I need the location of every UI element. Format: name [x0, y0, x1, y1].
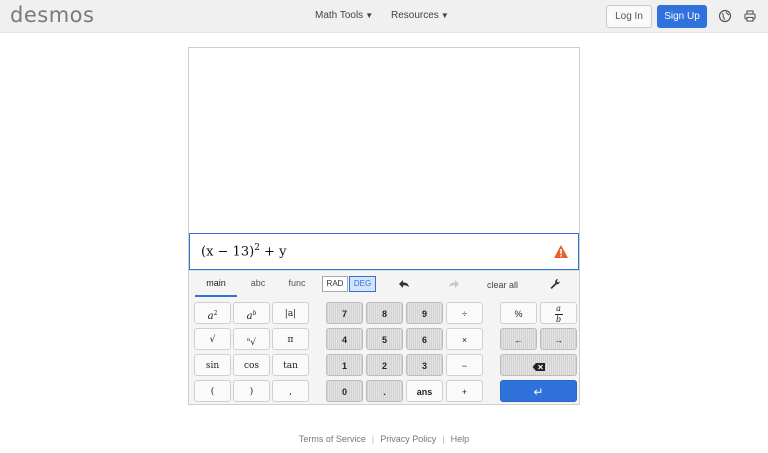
login-button[interactable]: Log In — [606, 5, 652, 28]
nav-math-tools-label: Math Tools — [315, 10, 364, 21]
expression-rest: + y — [259, 244, 287, 260]
key-fraction[interactable]: ab — [540, 302, 577, 324]
key-square[interactable]: a2 — [194, 302, 231, 324]
key-divide[interactable]: ÷ — [446, 302, 483, 324]
rad-mode-button[interactable]: RAD — [322, 276, 348, 292]
clear-all-button[interactable]: clear all — [487, 280, 518, 290]
key-enter[interactable]: ↵ — [500, 380, 577, 402]
signup-button[interactable]: Sign Up — [657, 5, 707, 28]
caret-down-icon: ▼ — [440, 11, 449, 20]
key-percent[interactable]: % — [500, 302, 537, 324]
key-right-arrow[interactable]: → — [540, 328, 577, 350]
key-abs[interactable]: |a| — [272, 302, 309, 324]
expression-input[interactable]: (x − 13)2 + y — [189, 233, 579, 270]
privacy-policy-link[interactable]: Privacy Policy — [380, 434, 436, 444]
footer-separator: | — [442, 434, 445, 444]
key-cos[interactable]: cos — [233, 354, 270, 376]
keypad: main abc func RAD DEG clear all a2 ab |a… — [189, 270, 579, 404]
key-2[interactable]: 2 — [366, 354, 403, 376]
key-decimal[interactable]: . — [366, 380, 403, 402]
key-7[interactable]: 7 — [326, 302, 363, 324]
calculator-history-area — [189, 48, 579, 233]
key-1[interactable]: 1 — [326, 354, 363, 376]
footer: Terms of Service | Privacy Policy | Help — [0, 434, 768, 444]
key-9[interactable]: 9 — [406, 302, 443, 324]
top-bar: desmos Math Tools ▼ Resources ▼ Log In Sig… — [0, 0, 768, 33]
key-left-paren[interactable]: ( — [194, 380, 231, 402]
help-link[interactable]: Help — [451, 434, 470, 444]
key-nth-root[interactable]: n√ — [233, 328, 270, 350]
nav-resources-label: Resources — [391, 10, 439, 21]
globe-icon[interactable] — [718, 9, 732, 23]
nav-math-tools[interactable]: Math Tools ▼ — [315, 10, 373, 21]
key-left-arrow[interactable]: ← — [500, 328, 537, 350]
key-multiply[interactable]: × — [446, 328, 483, 350]
warning-icon[interactable] — [553, 244, 569, 259]
deg-mode-button[interactable]: DEG — [349, 276, 376, 292]
key-right-paren[interactable]: ) — [233, 380, 270, 402]
key-0[interactable]: 0 — [326, 380, 363, 402]
active-tab-indicator — [195, 295, 237, 297]
key-3[interactable]: 3 — [406, 354, 443, 376]
nav-resources[interactable]: Resources ▼ — [391, 10, 449, 21]
key-minus[interactable]: − — [446, 354, 483, 376]
key-plus[interactable]: + — [446, 380, 483, 402]
key-5[interactable]: 5 — [366, 328, 403, 350]
key-tan[interactable]: tan — [272, 354, 309, 376]
tab-func[interactable]: func — [282, 278, 312, 288]
key-8[interactable]: 8 — [366, 302, 403, 324]
expression-text: (x − 13)2 + y — [201, 243, 286, 259]
tab-abc[interactable]: abc — [243, 278, 273, 288]
terms-of-service-link[interactable]: Terms of Service — [299, 434, 366, 444]
key-4[interactable]: 4 — [326, 328, 363, 350]
redo-icon[interactable] — [447, 278, 461, 290]
printer-icon[interactable] — [743, 9, 757, 23]
key-ans[interactable]: ans — [406, 380, 443, 402]
key-sqrt[interactable]: √ — [194, 328, 231, 350]
key-comma[interactable]: , — [272, 380, 309, 402]
key-sin[interactable]: sin — [194, 354, 231, 376]
backspace-icon — [532, 362, 545, 371]
key-pi[interactable]: π — [272, 328, 309, 350]
desmos-logo[interactable]: desmos — [10, 3, 94, 27]
caret-down-icon: ▼ — [365, 11, 374, 20]
tab-main[interactable]: main — [195, 278, 237, 288]
scientific-calculator: (x − 13)2 + y main abc func RAD DEG clea… — [188, 47, 580, 405]
expression-base: (x − 13) — [201, 244, 255, 260]
key-6[interactable]: 6 — [406, 328, 443, 350]
wrench-icon[interactable] — [549, 278, 561, 290]
footer-separator: | — [371, 434, 375, 444]
key-power[interactable]: ab — [233, 302, 270, 324]
undo-icon[interactable] — [397, 278, 411, 290]
key-backspace[interactable] — [500, 354, 577, 376]
